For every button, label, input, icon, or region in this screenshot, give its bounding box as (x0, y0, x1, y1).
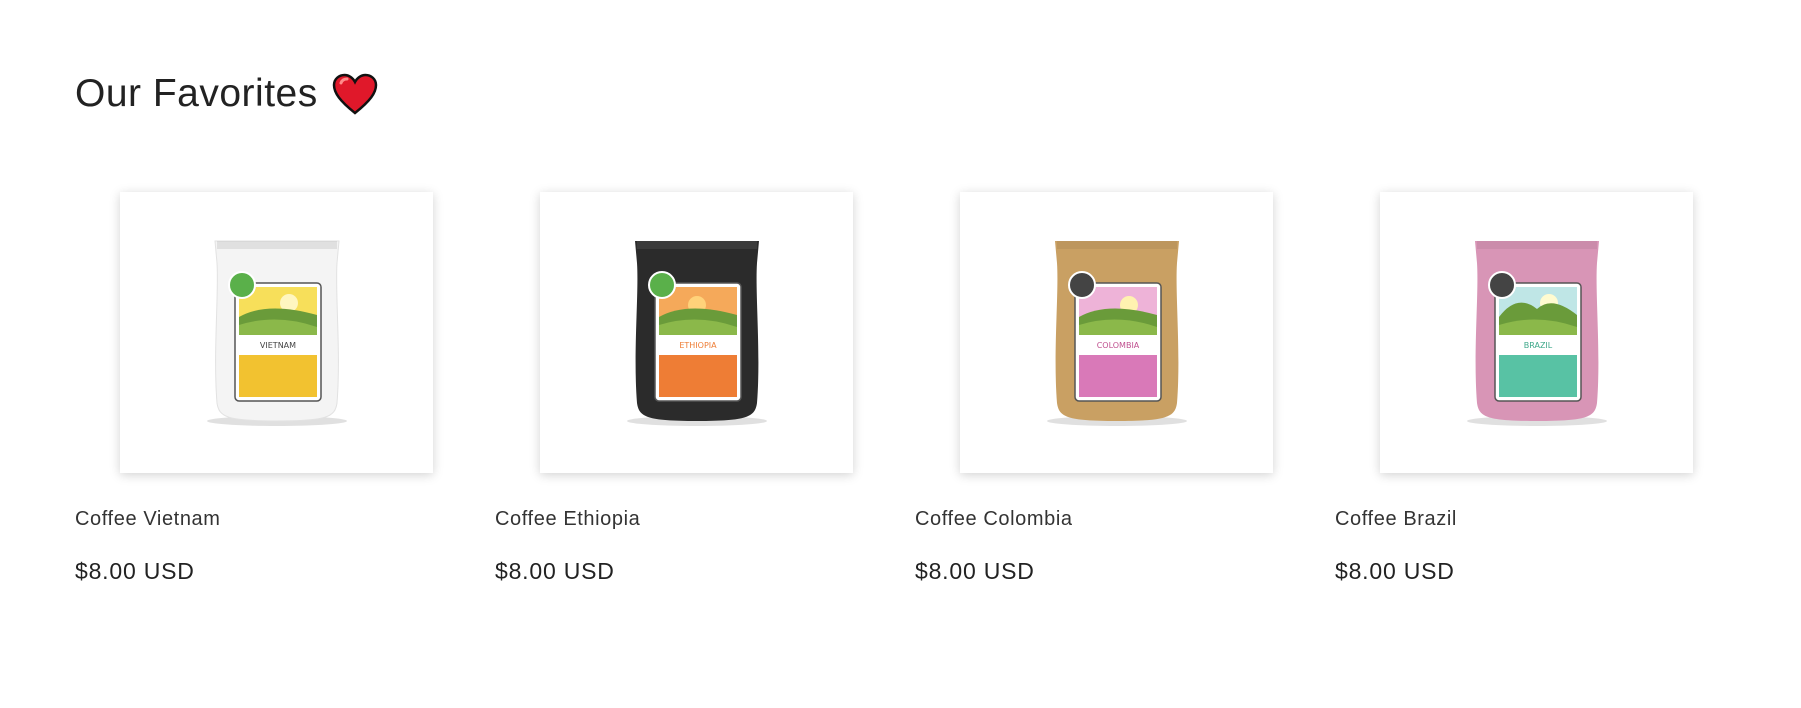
product-card[interactable]: ETHIOPIA Coffee Ethiopia $8.00 USD (495, 192, 870, 585)
product-card[interactable]: BRAZIL Coffee Brazil $8.00 USD (1335, 192, 1710, 585)
heart-icon (332, 73, 377, 115)
bag-origin-label: VIETNAM (259, 341, 295, 350)
coffee-bag-icon: COLOMBIA (1046, 240, 1187, 426)
product-grid: VIETNAM Coffee Vietnam $8.00 USD ETHIOPI… (75, 192, 1710, 585)
bag-origin-label: COLOMBIA (1096, 341, 1139, 350)
bag-origin-label: ETHIOPIA (679, 341, 717, 350)
coffee-bag-icon: BRAZIL (1466, 240, 1607, 426)
section-title: Our Favorites (75, 72, 318, 115)
product-name[interactable]: Coffee Colombia (915, 507, 1290, 531)
product-image[interactable]: VIETNAM (120, 192, 433, 473)
product-price: $8.00 USD (915, 558, 1035, 584)
product-card[interactable]: COLOMBIA Coffee Colombia $8.00 USD (915, 192, 1290, 585)
product-image[interactable]: BRAZIL (1380, 192, 1693, 473)
product-price: $8.00 USD (75, 558, 195, 584)
coffee-bag-icon: ETHIOPIA (626, 240, 767, 426)
product-price: $8.00 USD (495, 558, 615, 584)
product-card[interactable]: VIETNAM Coffee Vietnam $8.00 USD (75, 192, 450, 585)
product-name[interactable]: Coffee Brazil (1335, 507, 1710, 531)
coffee-bag-icon: VIETNAM (206, 240, 347, 426)
product-image[interactable]: COLOMBIA (960, 192, 1273, 473)
bag-origin-label: BRAZIL (1523, 341, 1552, 350)
product-price: $8.00 USD (1335, 558, 1455, 584)
product-image[interactable]: ETHIOPIA (540, 192, 853, 473)
product-name[interactable]: Coffee Vietnam (75, 507, 450, 531)
product-name[interactable]: Coffee Ethiopia (495, 507, 870, 531)
section-heading: Our Favorites (75, 72, 378, 116)
